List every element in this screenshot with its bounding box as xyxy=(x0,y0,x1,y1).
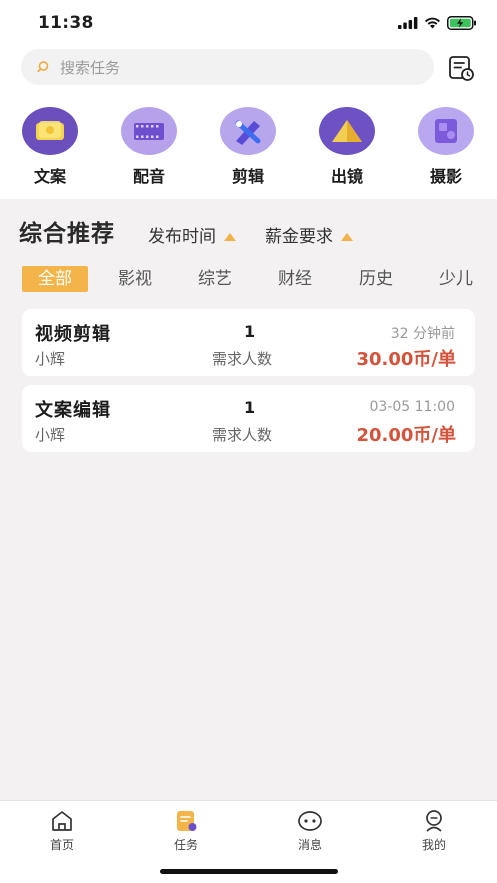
status-icons xyxy=(398,15,477,31)
task-icon xyxy=(177,811,197,831)
home-indicator xyxy=(160,869,338,874)
category-photography[interactable]: 摄影 xyxy=(411,107,481,187)
category-editing[interactable]: 剪辑 xyxy=(213,107,283,187)
profile-icon xyxy=(426,810,442,832)
copywriting-icon xyxy=(22,107,78,155)
editing-icon xyxy=(220,107,276,155)
message-icon xyxy=(298,811,322,831)
search-icon xyxy=(37,61,49,73)
sort-arrow-icon xyxy=(224,232,236,241)
home-icon xyxy=(52,811,72,831)
nav-task[interactable]: 任务 xyxy=(151,809,221,853)
wifi-icon xyxy=(425,17,440,29)
tab-film[interactable]: 影视 xyxy=(106,266,164,292)
search-bar[interactable]: 搜索任务 xyxy=(21,49,434,85)
category-row: 文案 配音 剪辑 出镜 摄影 xyxy=(0,107,497,187)
sort-arrow-icon xyxy=(341,232,353,241)
task-publisher: 小辉 xyxy=(35,350,66,368)
task-price: 30.00币/单 xyxy=(356,349,456,370)
tab-variety[interactable]: 综艺 xyxy=(186,266,244,292)
category-copywriting[interactable]: 文案 xyxy=(15,107,85,187)
nav-label: 消息 xyxy=(297,838,322,852)
section-title: 综合推荐 xyxy=(19,221,115,247)
category-label: 配音 xyxy=(132,167,165,186)
nav-message[interactable]: 消息 xyxy=(275,809,345,853)
nav-home[interactable]: 首页 xyxy=(27,809,97,853)
nav-profile[interactable]: 我的 xyxy=(399,809,469,853)
on-camera-icon xyxy=(319,107,375,155)
task-time: 03-05 11:00 xyxy=(369,399,455,415)
task-title: 文案编辑 xyxy=(35,400,111,421)
category-label: 出镜 xyxy=(330,167,363,186)
sort-label: 发布时间 xyxy=(148,227,216,247)
search-input[interactable]: 搜索任务 xyxy=(60,57,120,78)
sort-label: 薪金要求 xyxy=(265,227,333,247)
category-label: 文案 xyxy=(33,167,66,186)
task-title: 视频剪辑 xyxy=(35,324,111,345)
task-card[interactable]: 文案编辑 小辉 1 需求人数 03-05 11:00 20.00币/单 xyxy=(22,385,475,452)
task-time: 32 分钟前 xyxy=(390,326,455,342)
status-time: 11:38 xyxy=(38,13,94,33)
photography-icon xyxy=(418,107,474,155)
sort-publish-time[interactable]: 发布时间 xyxy=(148,222,236,247)
tab-finance[interactable]: 财经 xyxy=(266,266,324,292)
battery-charging-icon xyxy=(447,16,476,30)
sort-salary[interactable]: 薪金要求 xyxy=(265,222,353,247)
task-price: 20.00币/单 xyxy=(356,425,456,446)
task-count: 1 xyxy=(244,322,256,341)
tab-children[interactable]: 少儿 xyxy=(427,266,485,292)
tab-history[interactable]: 历史 xyxy=(347,266,405,292)
filter-tabs: 全部 影视 综艺 财经 历史 少儿 xyxy=(0,266,497,296)
category-dubbing[interactable]: 配音 xyxy=(114,107,184,187)
category-label: 摄影 xyxy=(429,167,462,186)
dubbing-icon xyxy=(121,107,177,155)
task-count: 1 xyxy=(244,398,256,417)
task-card[interactable]: 视频剪辑 小辉 1 需求人数 32 分钟前 30.00币/单 xyxy=(22,309,475,376)
nav-label: 任务 xyxy=(173,838,198,852)
category-label: 剪辑 xyxy=(231,167,264,186)
task-record-icon[interactable] xyxy=(447,54,475,82)
nav-label: 首页 xyxy=(49,838,74,852)
nav-label: 我的 xyxy=(421,838,446,852)
task-count-label: 需求人数 xyxy=(212,350,273,368)
tab-all[interactable]: 全部 xyxy=(22,266,88,292)
cellular-signal-icon xyxy=(398,17,418,29)
task-count-label: 需求人数 xyxy=(212,426,273,444)
task-page: 11:38 搜索任务 文案 配音 剪辑 出镜 摄影 综合推荐 发布时间 薪金要求… xyxy=(0,0,497,883)
task-publisher: 小辉 xyxy=(35,426,66,444)
category-on-camera[interactable]: 出镜 xyxy=(312,107,382,187)
